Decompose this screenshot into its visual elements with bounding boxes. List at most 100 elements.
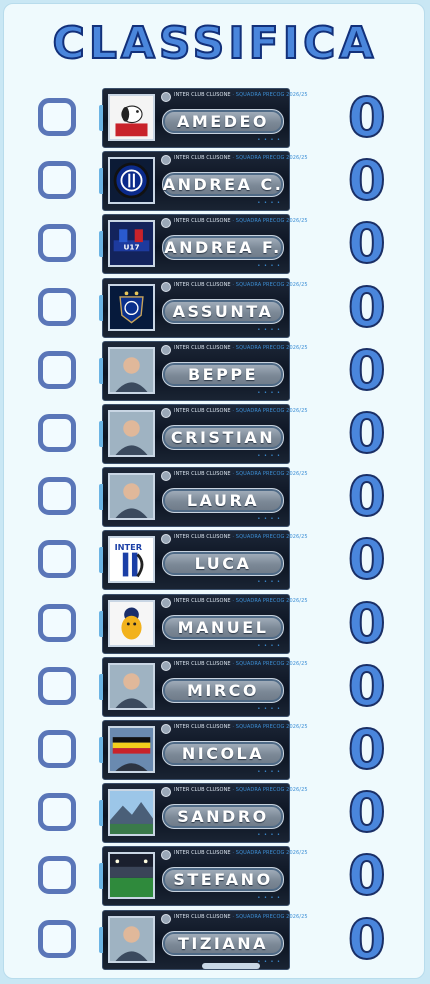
club-label: INTER CLUB CLUSONE · SQUADRA PRECOG 2026… bbox=[174, 787, 308, 793]
club-subtitle: · SQUADRA PRECOG 2026/25 bbox=[232, 471, 308, 478]
player-card[interactable]: INTER CLUB CLUSONE · SQUADRA PRECOG 2026… bbox=[99, 656, 308, 717]
club-subtitle: · SQUADRA PRECOG 2026/25 bbox=[232, 787, 308, 794]
player-score: 0 bbox=[347, 149, 387, 213]
snoopy-avatar bbox=[108, 94, 155, 141]
leaderboard-row: INTER CLUB CLUSONE · SQUADRA PRECOG 2026… bbox=[0, 338, 430, 402]
rank-marker bbox=[38, 856, 76, 895]
player-card[interactable]: INTER CLUB CLUSONE · SQUADRA PRECOG 2026… bbox=[99, 404, 308, 464]
card-edge bbox=[99, 294, 103, 321]
leaderboard-row: INTER CLUB CLUSONE · SQUADRA PRECOG 2026… bbox=[0, 782, 430, 844]
club-label: INTER CLUB CLUSONE · SQUADRA PRECOG 2026… bbox=[174, 471, 308, 477]
club-subtitle: · SQUADRA PRECOG 2026/25 bbox=[232, 218, 308, 225]
card-dots: • • • • bbox=[257, 326, 281, 333]
player-score: 0 bbox=[347, 275, 387, 339]
player-name: ASSUNTA bbox=[172, 301, 274, 321]
player-card[interactable]: INTER CLUB CLUSONE · SQUADRA PRECOG 2026… bbox=[99, 720, 308, 780]
player-score: 0 bbox=[347, 591, 387, 655]
club-subtitle: · SQUADRA PRECOG 2026/25 bbox=[232, 597, 308, 604]
leaderboard-row: INTER CLUB CLUSONE · SQUADRA PRECOG 2026… bbox=[0, 718, 430, 781]
player-name: MANUEL bbox=[177, 617, 269, 637]
card-dots: • • • • bbox=[257, 263, 281, 270]
club-label: INTER CLUB CLUSONE · SQUADRA PRECOG 2026… bbox=[174, 850, 308, 856]
rank-marker bbox=[38, 477, 76, 516]
player-card[interactable]: INTER CLUB CLUSONE · SQUADRA PRECOG 2026… bbox=[99, 846, 308, 907]
player-card[interactable]: U17 INTER CLUB CLUSONE · SQUADRA PRECOG … bbox=[99, 214, 308, 275]
rank-marker bbox=[38, 224, 76, 263]
player-score: 0 bbox=[347, 338, 387, 402]
inter-badge-avatar bbox=[108, 283, 155, 331]
club-label: INTER CLUB CLUSONE · SQUADRA PRECOG 2026… bbox=[174, 408, 308, 414]
player-card[interactable]: INTER CLUB CLUSONE · SQUADRA PRECOG 2026… bbox=[99, 593, 308, 654]
card-dots: • • • • bbox=[257, 769, 281, 775]
club-name: INTER CLUB CLUSONE bbox=[174, 660, 231, 667]
club-name: INTER CLUB CLUSONE bbox=[174, 92, 231, 98]
person-avatar bbox=[108, 410, 155, 457]
leaderboard-row: INTER CLUB CLUSONE · SQUADRA PRECOG 2026… bbox=[0, 275, 430, 339]
player-name: ANDREA C. bbox=[162, 175, 284, 195]
player-score: 0 bbox=[347, 844, 387, 908]
club-name: INTER CLUB CLUSONE bbox=[174, 344, 231, 351]
card-edge bbox=[99, 926, 103, 953]
under17-avatar: U17 bbox=[108, 220, 155, 268]
rank-marker bbox=[38, 161, 76, 200]
player-card[interactable]: INTER CLUB CLUSONE · SQUADRA PRECOG 2026… bbox=[99, 151, 308, 212]
club-name: INTER CLUB CLUSONE bbox=[174, 787, 231, 794]
club-subtitle: · SQUADRA PRECOG 2026/25 bbox=[232, 660, 308, 667]
rank-marker bbox=[38, 540, 76, 579]
player-score: 0 bbox=[347, 465, 387, 529]
leaderboard-row: INTER CLUB CLUSONE · SQUADRA PRECOG 2026… bbox=[0, 907, 430, 971]
card-dots: • • • • bbox=[257, 137, 281, 143]
player-card[interactable]: INTER CLUB CLUSONE · SQUADRA PRECOG 2026… bbox=[99, 88, 308, 148]
rank-marker bbox=[38, 414, 76, 452]
club-subtitle: · SQUADRA PRECOG 2026/25 bbox=[232, 408, 308, 414]
person-avatar bbox=[108, 662, 155, 710]
card-dots: • • • • bbox=[257, 453, 281, 459]
card-edge bbox=[99, 863, 103, 890]
card-dots: • • • • bbox=[257, 200, 281, 207]
card-edge bbox=[99, 800, 103, 827]
leaderboard-row: INTER CLUB CLUSONE · SQUADRA PRECOG 2026… bbox=[0, 465, 430, 529]
player-name: LUCA bbox=[194, 554, 252, 574]
player-name: NICOLA bbox=[181, 744, 265, 763]
club-subtitle: · SQUADRA PRECOG 2026/25 bbox=[232, 724, 308, 730]
club-label: INTER CLUB CLUSONE · SQUADRA PRECOG 2026… bbox=[174, 534, 308, 540]
player-card[interactable]: INTER CLUB CLUSONE · SQUADRA PRECOG 2026… bbox=[99, 909, 308, 970]
card-dots: • • • • bbox=[257, 895, 281, 902]
player-score: 0 bbox=[347, 212, 387, 276]
player-name: BEPPE bbox=[187, 364, 258, 384]
player-card[interactable]: INTER CLUB CLUSONE · SQUADRA PRECOG 2026… bbox=[99, 277, 308, 338]
leaderboard-row: INTER INTER CLUB CLUSONE · SQUADRA PRECO… bbox=[0, 529, 430, 591]
mascot-avatar bbox=[108, 599, 155, 647]
player-card[interactable]: INTER CLUB CLUSONE · SQUADRA PRECOG 2026… bbox=[99, 467, 308, 528]
club-crest-icon bbox=[161, 660, 171, 671]
mountain-avatar bbox=[108, 789, 155, 837]
player-card[interactable]: INTER INTER CLUB CLUSONE · SQUADRA PRECO… bbox=[99, 530, 308, 591]
player-score: 0 bbox=[347, 718, 387, 781]
card-edge bbox=[99, 357, 103, 384]
card-dots: • • • • bbox=[257, 642, 281, 649]
inter-logo-avatar bbox=[108, 157, 155, 205]
rank-marker bbox=[38, 287, 76, 326]
card-dots: • • • • bbox=[257, 705, 281, 712]
leaderboard-row: INTER CLUB CLUSONE · SQUADRA PRECOG 2026… bbox=[0, 654, 430, 718]
club-subtitle: · SQUADRA PRECOG 2026/25 bbox=[232, 534, 308, 541]
player-name: STEFANO bbox=[173, 870, 273, 890]
card-edge bbox=[99, 737, 103, 763]
player-score: 0 bbox=[347, 907, 387, 971]
card-dots: • • • • bbox=[257, 958, 281, 965]
player-name: TIZIANA bbox=[177, 933, 269, 953]
player-score: 0 bbox=[347, 86, 387, 149]
club-crest-icon bbox=[161, 850, 171, 861]
club-crest-icon bbox=[161, 724, 171, 734]
player-name: SANDRO bbox=[177, 807, 269, 827]
leaderboard-row: INTER CLUB CLUSONE · SQUADRA PRECOG 2026… bbox=[0, 149, 430, 213]
club-name: INTER CLUB CLUSONE bbox=[174, 913, 231, 920]
card-edge bbox=[99, 421, 103, 447]
club-label: INTER CLUB CLUSONE · SQUADRA PRECOG 2026… bbox=[174, 345, 308, 351]
player-name: CRISTIAN bbox=[170, 428, 276, 447]
leaderboard-row: INTER CLUB CLUSONE · SQUADRA PRECOG 2026… bbox=[0, 844, 430, 908]
player-card[interactable]: INTER CLUB CLUSONE · SQUADRA PRECOG 2026… bbox=[99, 783, 308, 844]
player-name: ANDREA F. bbox=[164, 238, 282, 258]
player-score: 0 bbox=[347, 654, 387, 718]
player-card[interactable]: INTER CLUB CLUSONE · SQUADRA PRECOG 2026… bbox=[99, 340, 308, 401]
